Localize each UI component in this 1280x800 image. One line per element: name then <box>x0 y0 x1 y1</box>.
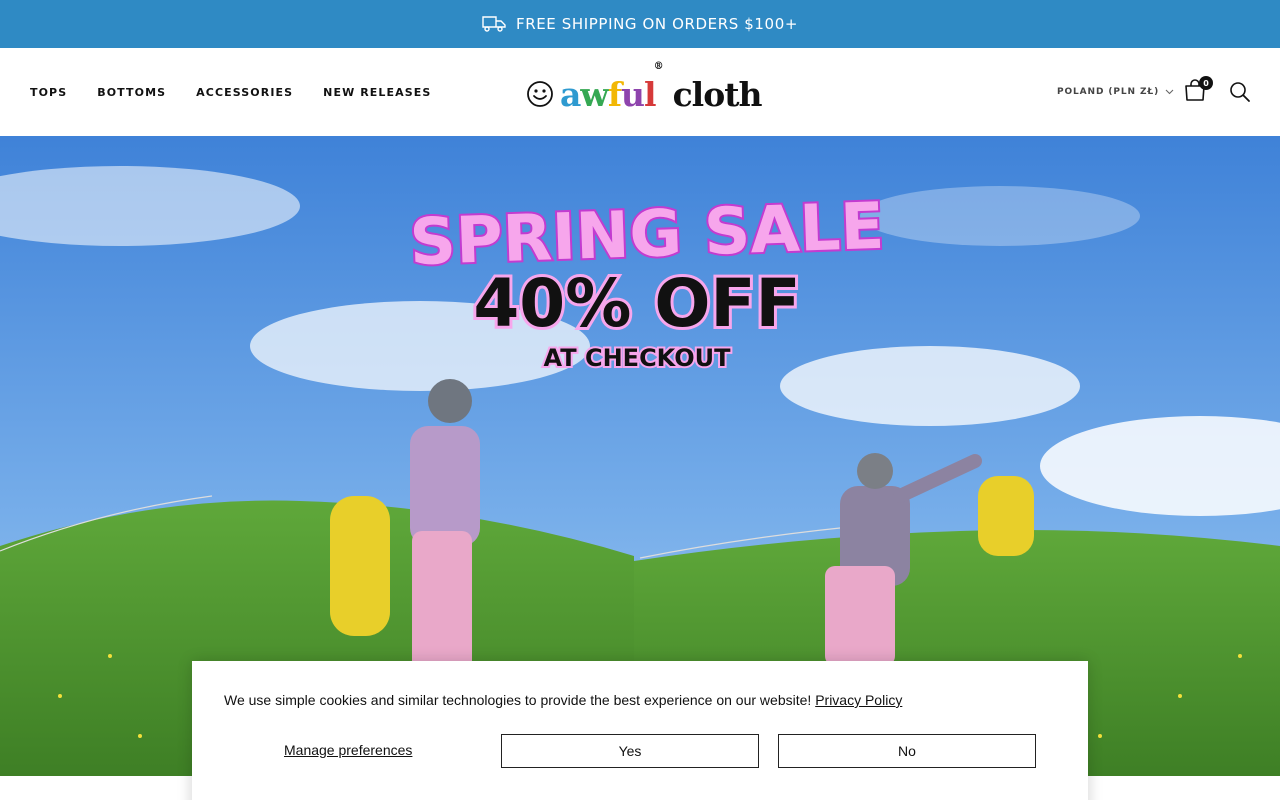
sale-headline-main: 40% OFF <box>473 265 800 342</box>
nav-item-tops[interactable]: TOPS <box>30 86 67 99</box>
nav-item-new-releases[interactable]: NEW RELEASES <box>323 86 431 99</box>
chevron-down-icon <box>1165 89 1174 95</box>
logo-letter: f <box>607 74 622 114</box>
cookie-banner: We use simple cookies and similar techno… <box>192 661 1088 800</box>
logo-letter: u <box>621 74 645 114</box>
manage-preferences-link[interactable]: Manage preferences <box>284 742 412 758</box>
cookie-yes-button[interactable]: Yes <box>501 734 759 768</box>
announcement-bar: FREE SHIPPING ON ORDERS $100+ <box>0 0 1280 48</box>
search-icon[interactable] <box>1229 81 1251 103</box>
registered-mark: ® <box>653 60 664 72</box>
truck-icon <box>482 16 506 32</box>
cart-button[interactable]: 0 <box>1184 76 1213 104</box>
cookie-message-text: We use simple cookies and similar techno… <box>224 692 812 708</box>
locale-selector[interactable]: POLAND (PLN ZŁ) <box>1057 48 1174 136</box>
nav-item-bottoms[interactable]: BOTTOMS <box>97 86 166 99</box>
logo-wordmark-awful: a w f u l ® <box>560 61 664 114</box>
sale-headline-bottom: AT CHECKOUT <box>544 344 732 372</box>
nav-item-accessories[interactable]: ACCESSORIES <box>196 86 293 99</box>
main-nav: TOPS BOTTOMS ACCESSORIES NEW RELEASES <box>30 48 431 136</box>
logo-wordmark-cloth: cloth <box>672 74 763 114</box>
cookie-message: We use simple cookies and similar techno… <box>224 692 902 708</box>
site-logo[interactable]: a w f u l ® cloth <box>526 61 763 116</box>
logo-letter: w <box>580 74 608 114</box>
smiley-logo-icon <box>527 81 553 107</box>
announcement-text: FREE SHIPPING ON ORDERS $100+ <box>515 15 799 33</box>
cart-count-badge: 0 <box>1199 76 1213 90</box>
privacy-policy-link[interactable]: Privacy Policy <box>815 692 902 708</box>
cookie-no-button[interactable]: No <box>778 734 1036 768</box>
logo-letter: a <box>560 74 581 114</box>
locale-label: POLAND (PLN ZŁ) <box>1057 87 1160 97</box>
site-header: TOPS BOTTOMS ACCESSORIES NEW RELEASES a … <box>0 48 1280 136</box>
spring-sale-graphic: SPRING SALE 40% OFF AT CHECKOUT <box>407 188 888 374</box>
